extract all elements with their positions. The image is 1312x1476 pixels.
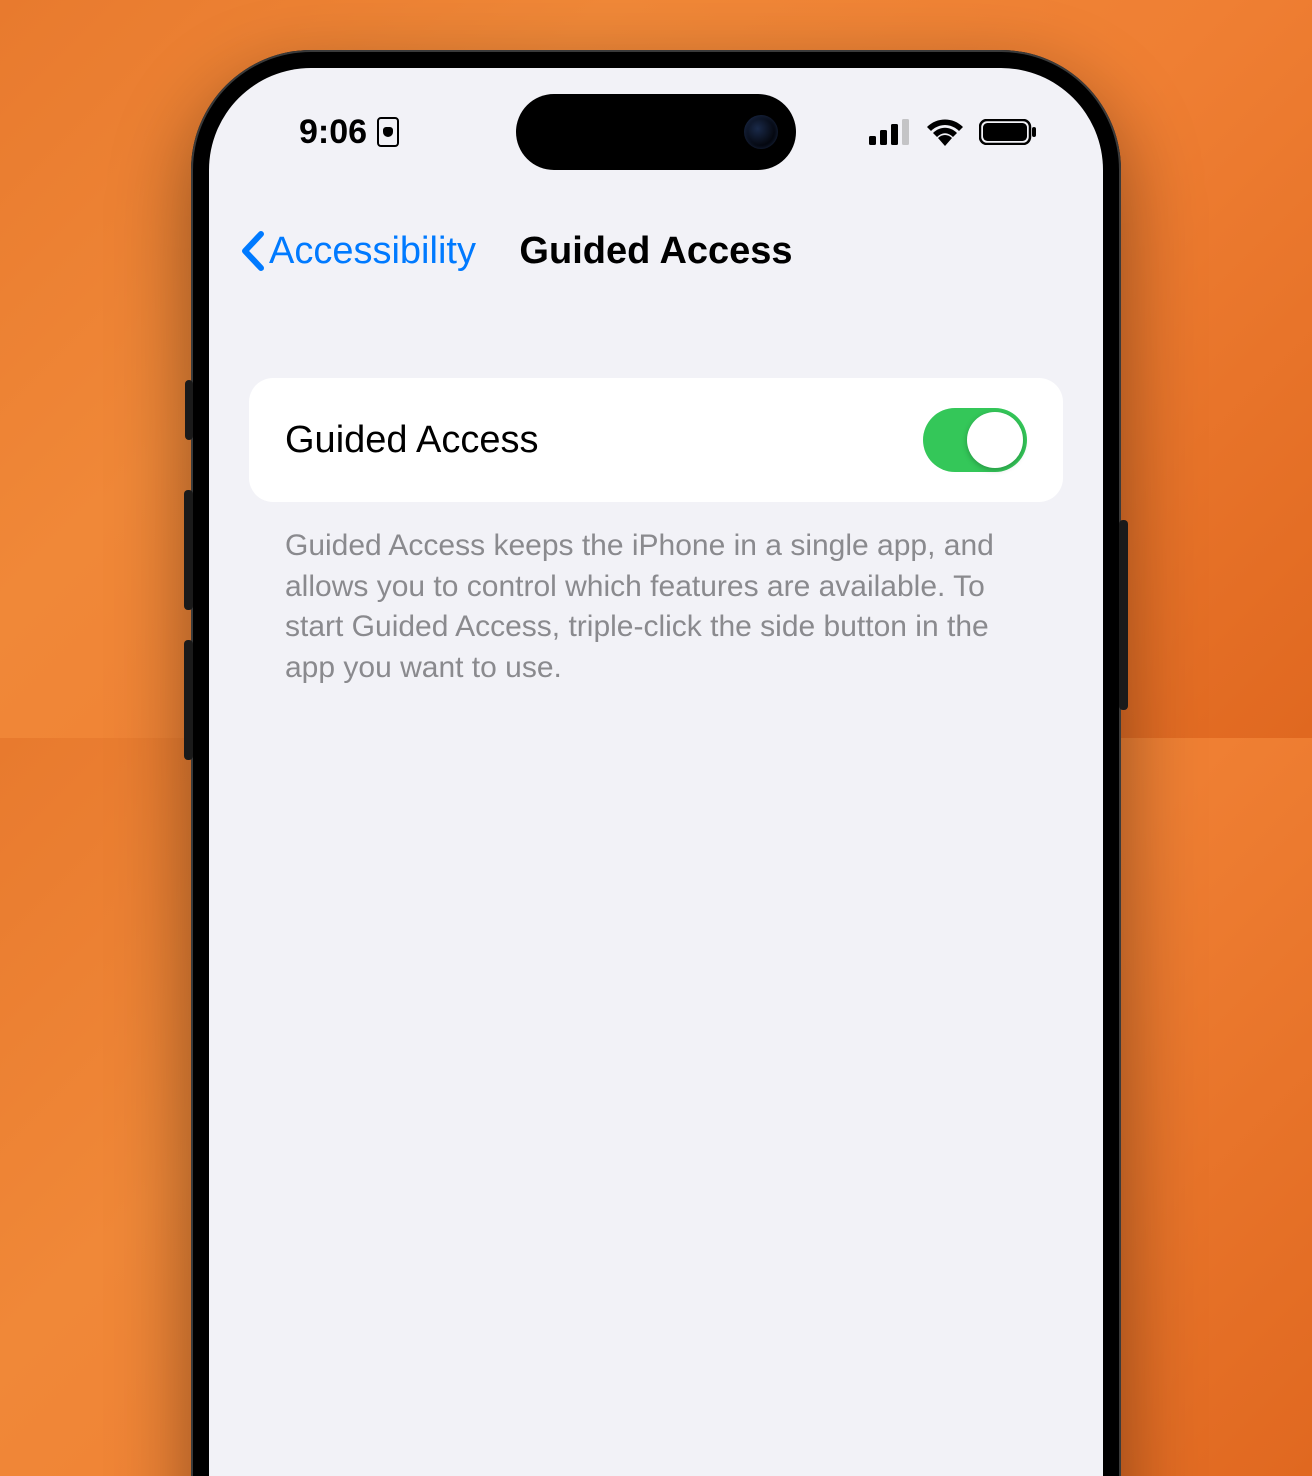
guided-access-cell[interactable]: Guided Access: [249, 378, 1063, 502]
guided-access-toggle[interactable]: [923, 408, 1027, 472]
guided-access-label: Guided Access: [285, 419, 538, 462]
silence-switch: [185, 380, 193, 440]
volume-down-button: [184, 640, 193, 760]
wifi-icon: [925, 118, 965, 146]
nav-bar: Accessibility Guided Access: [209, 206, 1103, 296]
back-button[interactable]: Accessibility: [239, 230, 476, 273]
nav-title: Guided Access: [519, 230, 792, 273]
guided-access-description: Guided Access keeps the iPhone in a sing…: [249, 502, 1063, 688]
chevron-left-icon: [239, 230, 265, 272]
power-button: [1119, 520, 1128, 710]
status-right-group: [869, 118, 1037, 146]
portrait-lock-icon: [377, 117, 399, 147]
battery-icon: [979, 119, 1037, 145]
cellular-signal-icon: [869, 119, 911, 145]
toggle-knob: [967, 412, 1023, 468]
dynamic-island: [516, 94, 796, 170]
status-left-group: 9:06: [299, 113, 399, 152]
phone-frame: 9:06: [191, 50, 1121, 1476]
back-button-label: Accessibility: [269, 230, 476, 273]
front-camera-icon: [744, 115, 778, 149]
status-time: 9:06: [299, 113, 367, 152]
volume-up-button: [184, 490, 193, 610]
phone-screen: 9:06: [209, 68, 1103, 1476]
settings-content: Guided Access Guided Access keeps the iP…: [209, 378, 1103, 688]
